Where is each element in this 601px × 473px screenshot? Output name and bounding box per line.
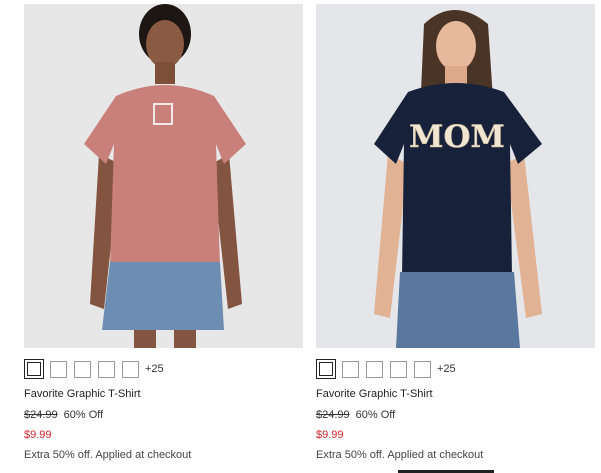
product-image[interactable] xyxy=(24,4,303,348)
promo-text: Extra 50% off. Applied at checkout xyxy=(24,449,192,461)
promo-text: Extra 50% off. Applied at checkout xyxy=(316,449,484,461)
original-price: $24.99 xyxy=(316,409,350,421)
product-title[interactable]: Favorite Graphic T-Shirt xyxy=(24,388,303,400)
discount-label: 60% Off xyxy=(63,409,104,421)
more-colors-count[interactable]: +25 xyxy=(145,363,164,375)
color-swatch[interactable] xyxy=(122,360,139,378)
product-card[interactable]: MOM +25 Favorite Graphic T-Shirt $24.99 … xyxy=(316,4,595,461)
color-swatches: +25 xyxy=(316,359,595,379)
color-swatch[interactable] xyxy=(342,360,359,378)
sale-price: $9.99 xyxy=(24,429,52,441)
color-swatch[interactable] xyxy=(414,360,431,378)
color-swatch-selected[interactable] xyxy=(316,359,336,379)
sale-price: $9.99 xyxy=(316,429,344,441)
color-swatch[interactable] xyxy=(390,360,407,378)
color-swatch-selected[interactable] xyxy=(24,359,44,379)
color-swatch[interactable] xyxy=(74,360,91,378)
product-title[interactable]: Favorite Graphic T-Shirt xyxy=(316,388,595,400)
product-card[interactable]: +25 Favorite Graphic T-Shirt $24.99 60% … xyxy=(24,4,303,461)
product-image[interactable]: MOM xyxy=(316,4,595,348)
color-swatches: +25 xyxy=(24,359,303,379)
original-price: $24.99 xyxy=(24,409,58,421)
color-swatch[interactable] xyxy=(366,360,383,378)
color-swatch[interactable] xyxy=(98,360,115,378)
price-row: $24.99 60% Off xyxy=(316,409,595,421)
color-swatch[interactable] xyxy=(50,360,67,378)
discount-label: 60% Off xyxy=(355,409,396,421)
shirt-graphic-text: MOM xyxy=(409,119,505,155)
more-colors-count[interactable]: +25 xyxy=(437,363,456,375)
price-row: $24.99 60% Off xyxy=(24,409,303,421)
